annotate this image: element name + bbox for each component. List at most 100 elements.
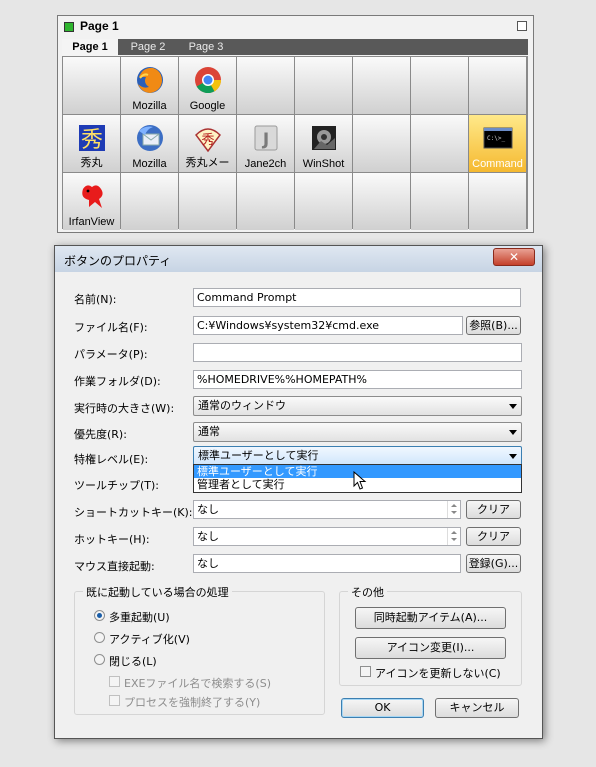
simultaneous-items-button[interactable]: 同時起動アイテム(A)... — [355, 607, 506, 629]
button-label: Jane2ch — [244, 158, 287, 170]
maximize-icon[interactable] — [517, 21, 527, 31]
chevron-down-icon — [509, 404, 517, 409]
name-input[interactable]: Command Prompt — [193, 288, 521, 307]
launcher-button-jane2ch[interactable]: J Jane2ch — [237, 115, 294, 172]
privilege-select[interactable]: 標準ユーザーとして実行 — [193, 446, 522, 466]
launcher-button-winshot[interactable]: WinShot — [295, 115, 352, 172]
button-label: 秀丸メー — [185, 157, 230, 169]
workdir-input[interactable]: %HOMEDRIVE%%HOMEPATH% — [193, 370, 522, 389]
size-select[interactable]: 通常のウィンドウ — [193, 396, 522, 416]
jane2ch-icon: J — [251, 123, 281, 153]
workdir-label: 作業フォルダ(D): — [74, 375, 161, 388]
launcher-button-hidemaru[interactable]: 秀 秀丸 — [63, 115, 120, 172]
launcher-button-empty[interactable] — [295, 173, 352, 230]
command-prompt-icon: C:\>_ — [483, 123, 513, 153]
hotkey-clear-button[interactable]: クリア — [466, 527, 521, 546]
launcher-button-irfanview[interactable]: IrfanView — [63, 173, 120, 230]
group-title: 既に起動している場合の処理 — [83, 584, 232, 600]
param-input[interactable] — [193, 343, 522, 362]
launcher-button-google[interactable]: Google — [179, 57, 236, 114]
launcher-button-empty[interactable] — [353, 57, 410, 114]
launcher-button-thunderbird[interactable]: Mozilla — [121, 115, 178, 172]
priority-select[interactable]: 通常 — [193, 422, 522, 442]
checkbox-box — [109, 695, 120, 706]
svg-text:秀: 秀 — [80, 128, 102, 153]
launcher-button-empty[interactable] — [63, 57, 120, 114]
mouse-cursor-icon — [353, 471, 367, 490]
launcher-title: Page 1 — [80, 19, 119, 33]
check-no-icon-update[interactable]: アイコンを更新しない(C) — [360, 665, 501, 681]
launcher-button-empty[interactable] — [411, 57, 468, 114]
launcher-button-empty[interactable] — [295, 57, 352, 114]
launcher-button-command[interactable]: C:\>_ Command — [469, 115, 526, 172]
browse-button[interactable]: 参照(B)... — [466, 316, 521, 335]
param-label: パラメータ(P): — [74, 348, 148, 361]
winshot-icon — [309, 123, 339, 153]
launcher-button-empty[interactable] — [411, 173, 468, 230]
button-label: Google — [189, 100, 226, 112]
launcher-button-empty[interactable] — [237, 57, 294, 114]
launcher-button-empty[interactable] — [121, 173, 178, 230]
shortcut-clear-button[interactable]: クリア — [466, 500, 521, 519]
dialog-title: ボタンのプロパティ — [64, 254, 172, 268]
hotkey-input[interactable]: なし — [193, 527, 461, 546]
radio-multiple-launch[interactable]: 多重起動(U) — [94, 609, 170, 625]
launcher-button-mozilla[interactable]: Mozilla — [121, 57, 178, 114]
hidemaru-icon: 秀 — [77, 123, 107, 153]
file-input[interactable]: C:¥Windows¥system32¥cmd.exe — [193, 316, 463, 335]
spin-up-icon — [451, 531, 457, 534]
spin-down-icon — [451, 511, 457, 514]
close-button[interactable]: ✕ — [493, 248, 535, 266]
launcher-button-empty[interactable] — [353, 115, 410, 172]
tab-page-3[interactable]: Page 3 — [178, 39, 234, 55]
tab-page-1[interactable]: Page 1 — [62, 39, 118, 56]
launcher-window: Page 1 Page 1 Page 2 Page 3 Mozilla Goog… — [57, 15, 534, 233]
svg-text:C:\>_: C:\>_ — [487, 135, 505, 142]
privilege-value: 標準ユーザーとして実行 — [198, 449, 319, 462]
ok-button[interactable]: OK — [341, 698, 424, 718]
chevron-down-icon — [509, 430, 517, 435]
register-button[interactable]: 登録(G)... — [466, 554, 521, 573]
shortcut-value: なし — [197, 503, 219, 516]
mouse-input[interactable]: なし — [193, 554, 461, 573]
size-value: 通常のウィンドウ — [198, 399, 286, 412]
launcher-button-empty[interactable] — [469, 57, 526, 114]
launcher-button-empty[interactable] — [469, 173, 526, 230]
radio-label: アクティブ化(V) — [109, 633, 190, 646]
button-label: 秀丸 — [80, 157, 103, 169]
launcher-button-empty[interactable] — [237, 173, 294, 230]
svg-text:J: J — [261, 130, 268, 150]
dialog-titlebar[interactable]: ボタンのプロパティ ✕ — [55, 246, 542, 272]
spin-up-icon — [451, 504, 457, 507]
radio-close[interactable]: 閉じる(L) — [94, 653, 157, 669]
radio-activate[interactable]: アクティブ化(V) — [94, 631, 190, 647]
launcher-button-empty[interactable] — [179, 173, 236, 230]
launcher-titlebar[interactable]: Page 1 — [58, 16, 533, 36]
launcher-icon — [64, 22, 74, 32]
launcher-button-hidemaru-mail[interactable]: 秀 秀丸メー — [179, 115, 236, 172]
button-grid: Mozilla Google 秀 秀丸 Mozilla 秀 秀丸メー J Jan… — [62, 56, 528, 230]
hotkey-label: ホットキー(H): — [74, 533, 150, 546]
group-title: その他 — [348, 584, 387, 600]
button-label: Mozilla — [132, 158, 167, 170]
chevron-down-icon — [509, 454, 517, 459]
check-force-kill[interactable]: プロセスを強制終了する(Y) — [109, 694, 260, 710]
launcher-button-empty[interactable] — [353, 173, 410, 230]
radio-label: 閉じる(L) — [109, 655, 157, 668]
page-tabs: Page 1 Page 2 Page 3 — [62, 39, 528, 56]
check-search-exe[interactable]: EXEファイル名で検索する(S) — [109, 675, 271, 691]
cancel-button[interactable]: キャンセル — [435, 698, 519, 718]
change-icon-button[interactable]: アイコン変更(I)... — [355, 637, 506, 659]
button-label: IrfanView — [68, 216, 115, 228]
svg-text:秀: 秀 — [201, 133, 214, 148]
mouse-label: マウス直接起動: — [74, 560, 155, 573]
spin-buttons[interactable] — [447, 501, 460, 518]
launcher-button-empty[interactable] — [411, 115, 468, 172]
hotkey-value: なし — [197, 530, 219, 543]
thunderbird-icon — [135, 123, 165, 153]
tab-page-2[interactable]: Page 2 — [120, 39, 176, 55]
hidemaru-mail-icon: 秀 — [193, 123, 223, 153]
spin-buttons[interactable] — [447, 528, 460, 545]
chrome-icon — [193, 65, 223, 95]
shortcut-input[interactable]: なし — [193, 500, 461, 519]
